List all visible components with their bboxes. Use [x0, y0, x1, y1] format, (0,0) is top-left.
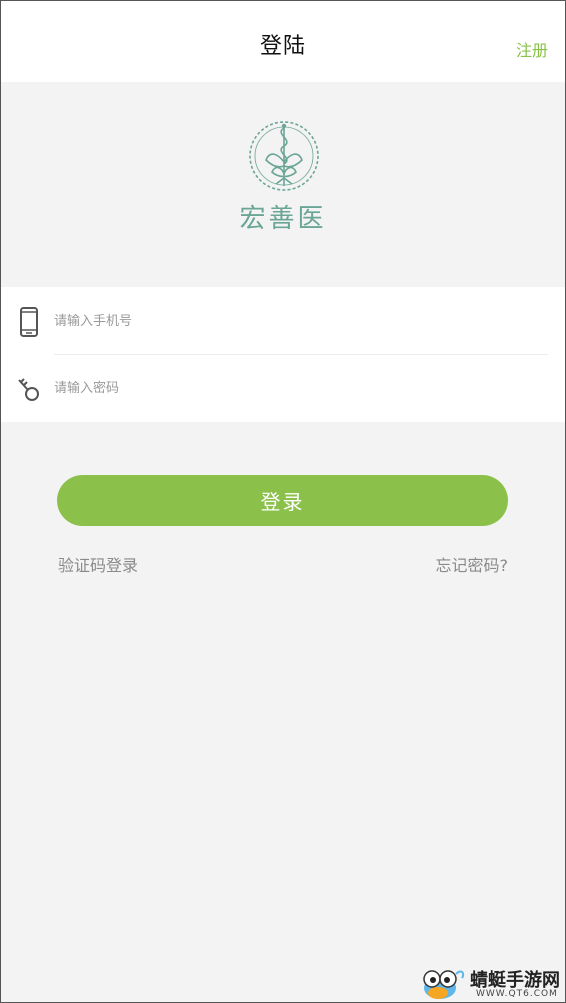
logo-section: 宏善医	[0, 82, 566, 287]
password-row	[0, 354, 566, 421]
caduceus-flower-wreath-icon	[249, 121, 319, 191]
password-input[interactable]	[54, 376, 534, 400]
forgot-password-link[interactable]: 忘记密码?	[436, 552, 509, 576]
watermark-url: WWW.QT6.COM	[476, 989, 558, 999]
dragonfly-mascot-icon	[423, 970, 465, 999]
page-title: 登陆	[259, 34, 306, 59]
watermark: 蜻蜓手游网 WWW.QT6.COM	[418, 964, 564, 1002]
login-form	[0, 287, 566, 422]
brand-name: 宏善医	[239, 204, 327, 234]
phone-row	[0, 287, 566, 355]
phone-icon	[20, 307, 38, 337]
sms-login-link[interactable]: 验证码登录	[58, 552, 138, 576]
register-link[interactable]: 注册	[516, 37, 548, 61]
phone-input[interactable]	[54, 309, 534, 333]
key-icon	[18, 378, 39, 401]
top-nav-bar: 登陆 注册	[0, 0, 566, 82]
login-button[interactable]: 登录	[57, 475, 508, 526]
